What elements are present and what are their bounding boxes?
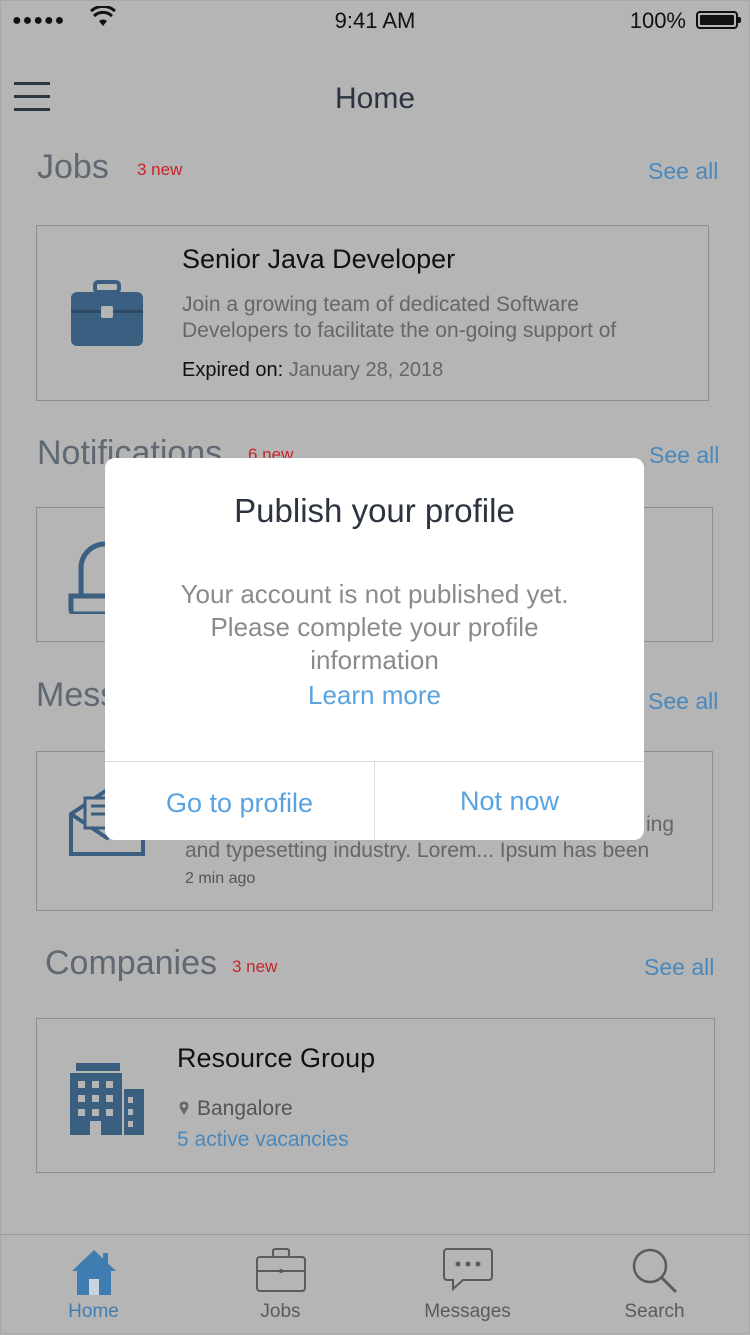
job-title: Senior Java Developer — [182, 244, 456, 274]
learn-more-link[interactable]: Learn more — [105, 680, 644, 711]
job-card[interactable]: Senior Java Developer Join a growing tea… — [36, 225, 709, 401]
jobs-see-all-link[interactable]: See all — [648, 158, 718, 185]
messages-see-all-link[interactable]: See all — [648, 688, 718, 715]
tab-messages-label: Messages — [424, 1301, 511, 1322]
battery-percent: 100% — [629, 8, 686, 33]
companies-new-badge: 3 new — [232, 957, 278, 976]
briefcase-icon — [69, 280, 145, 353]
home-icon — [71, 1250, 116, 1295]
tab-home[interactable]: Home — [0, 1235, 187, 1335]
job-expiry-date: January 28, 2018 — [288, 359, 444, 381]
company-name: Resource Group — [177, 1043, 376, 1073]
tab-home-label: Home — [68, 1301, 119, 1322]
location-pin-icon — [179, 1101, 189, 1120]
job-expiry-label: Expired on: — [182, 359, 284, 381]
dialog-message-line1: Your account is not published yet. — [180, 579, 569, 609]
message-preview-tail: ing — [645, 813, 674, 836]
companies-see-all-link[interactable]: See all — [644, 954, 714, 981]
tab-jobs[interactable]: Jobs — [187, 1235, 374, 1335]
job-description-line1: Join a growing team of dedicated Softwar… — [182, 293, 579, 316]
publish-profile-dialog: Publish your profile Your account is not… — [105, 458, 644, 840]
tab-bar: Home Jobs Messages Search — [0, 1234, 750, 1334]
company-card[interactable]: Resource Group Bangalore 5 active vacanc… — [36, 1018, 715, 1173]
companies-section-title: Companies — [45, 944, 217, 982]
company-vacancies-link[interactable]: 5 active vacancies — [177, 1128, 349, 1152]
status-bar: ●●●●● 9:41 AM 100% — [0, 0, 750, 42]
job-expiry: Expired on: January 28, 2018 — [182, 359, 443, 382]
search-icon — [632, 1248, 677, 1294]
notifications-see-all-link[interactable]: See all — [649, 442, 719, 469]
chat-bubble-icon — [442, 1248, 493, 1292]
dialog-message-line3: information — [310, 645, 439, 675]
jobs-new-badge: 3 new — [137, 160, 183, 179]
job-description-line2: Developers to facilitate the on-going su… — [182, 319, 617, 342]
tab-messages[interactable]: Messages — [374, 1235, 561, 1335]
go-to-profile-button[interactable]: Go to profile — [105, 764, 374, 840]
tab-search-label: Search — [624, 1301, 685, 1322]
not-now-button[interactable]: Not now — [375, 762, 644, 840]
page-title: Home — [334, 82, 416, 115]
message-time: 2 min ago — [185, 870, 256, 887]
tab-search[interactable]: Search — [561, 1235, 748, 1335]
jobs-section-title: Jobs — [37, 148, 109, 186]
dialog-message: Your account is not published yet. Pleas… — [135, 578, 614, 677]
dialog-title: Publish your profile — [234, 492, 515, 529]
message-preview-line2: and typesetting industry. Lorem... Ipsum… — [185, 839, 650, 862]
company-location: Bangalore — [197, 1097, 293, 1120]
building-icon — [70, 1063, 144, 1140]
battery-icon — [696, 11, 741, 29]
dialog-message-line2: Please complete your profile — [210, 612, 539, 642]
briefcase-icon — [255, 1248, 306, 1292]
tab-jobs-label: Jobs — [260, 1301, 301, 1322]
